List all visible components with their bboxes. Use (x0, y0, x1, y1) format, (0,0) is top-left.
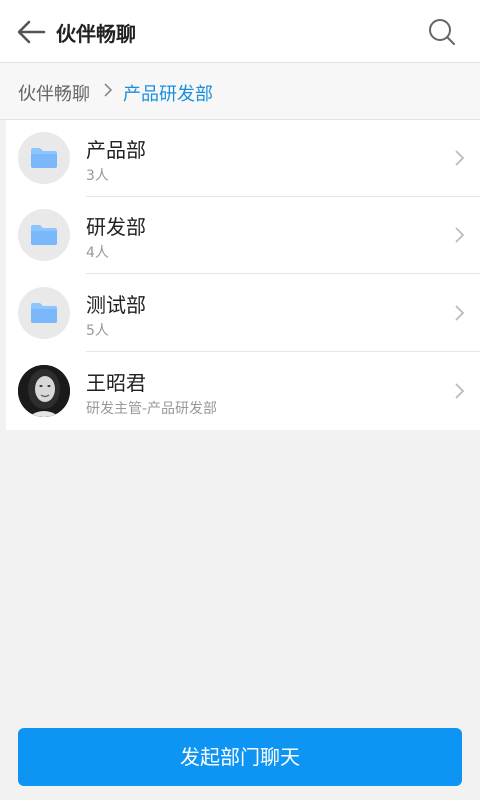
department-name: 测试部 (86, 293, 146, 317)
breadcrumb-chevron-icon (104, 83, 113, 97)
start-department-chat-button[interactable]: 发起部门聊天 (18, 728, 462, 786)
folder-icon (31, 148, 57, 168)
chevron-right-icon (455, 227, 465, 243)
folder-icon (31, 225, 57, 245)
department-name: 研发部 (86, 215, 146, 239)
folder-icon (31, 303, 57, 323)
contact-name: 王昭君 (86, 371, 146, 395)
top-bar: 伙伴畅聊 (0, 0, 480, 63)
department-list: 产品部 3人 研发部 4人 测试部 5人 王昭君 研发主管-产品研发部 (6, 120, 480, 430)
page-title: 伙伴畅聊 (56, 22, 136, 46)
person-photo-icon (18, 365, 70, 417)
chevron-right-icon (455, 150, 465, 166)
list-item[interactable]: 研发部 4人 (6, 197, 480, 274)
department-name: 产品部 (86, 138, 146, 162)
department-avatar (18, 209, 70, 261)
breadcrumb-current: 产品研发部 (123, 84, 213, 105)
contact-title: 研发主管-产品研发部 (86, 401, 218, 417)
breadcrumb: 伙伴畅聊 产品研发部 (0, 63, 480, 120)
member-count: 4人 (86, 245, 109, 261)
list-item[interactable]: 王昭君 研发主管-产品研发部 (6, 353, 480, 430)
department-avatar (18, 287, 70, 339)
member-count: 5人 (86, 323, 109, 339)
back-arrow-icon[interactable] (14, 17, 48, 47)
member-count: 3人 (86, 168, 109, 184)
chevron-right-icon (455, 383, 465, 399)
list-item[interactable]: 测试部 5人 (6, 275, 480, 352)
breadcrumb-root[interactable]: 伙伴畅聊 (18, 80, 90, 106)
list-item[interactable]: 产品部 3人 (6, 120, 480, 197)
chevron-right-icon (455, 305, 465, 321)
department-avatar (18, 132, 70, 184)
avatar (18, 365, 70, 417)
search-icon[interactable] (426, 16, 458, 48)
